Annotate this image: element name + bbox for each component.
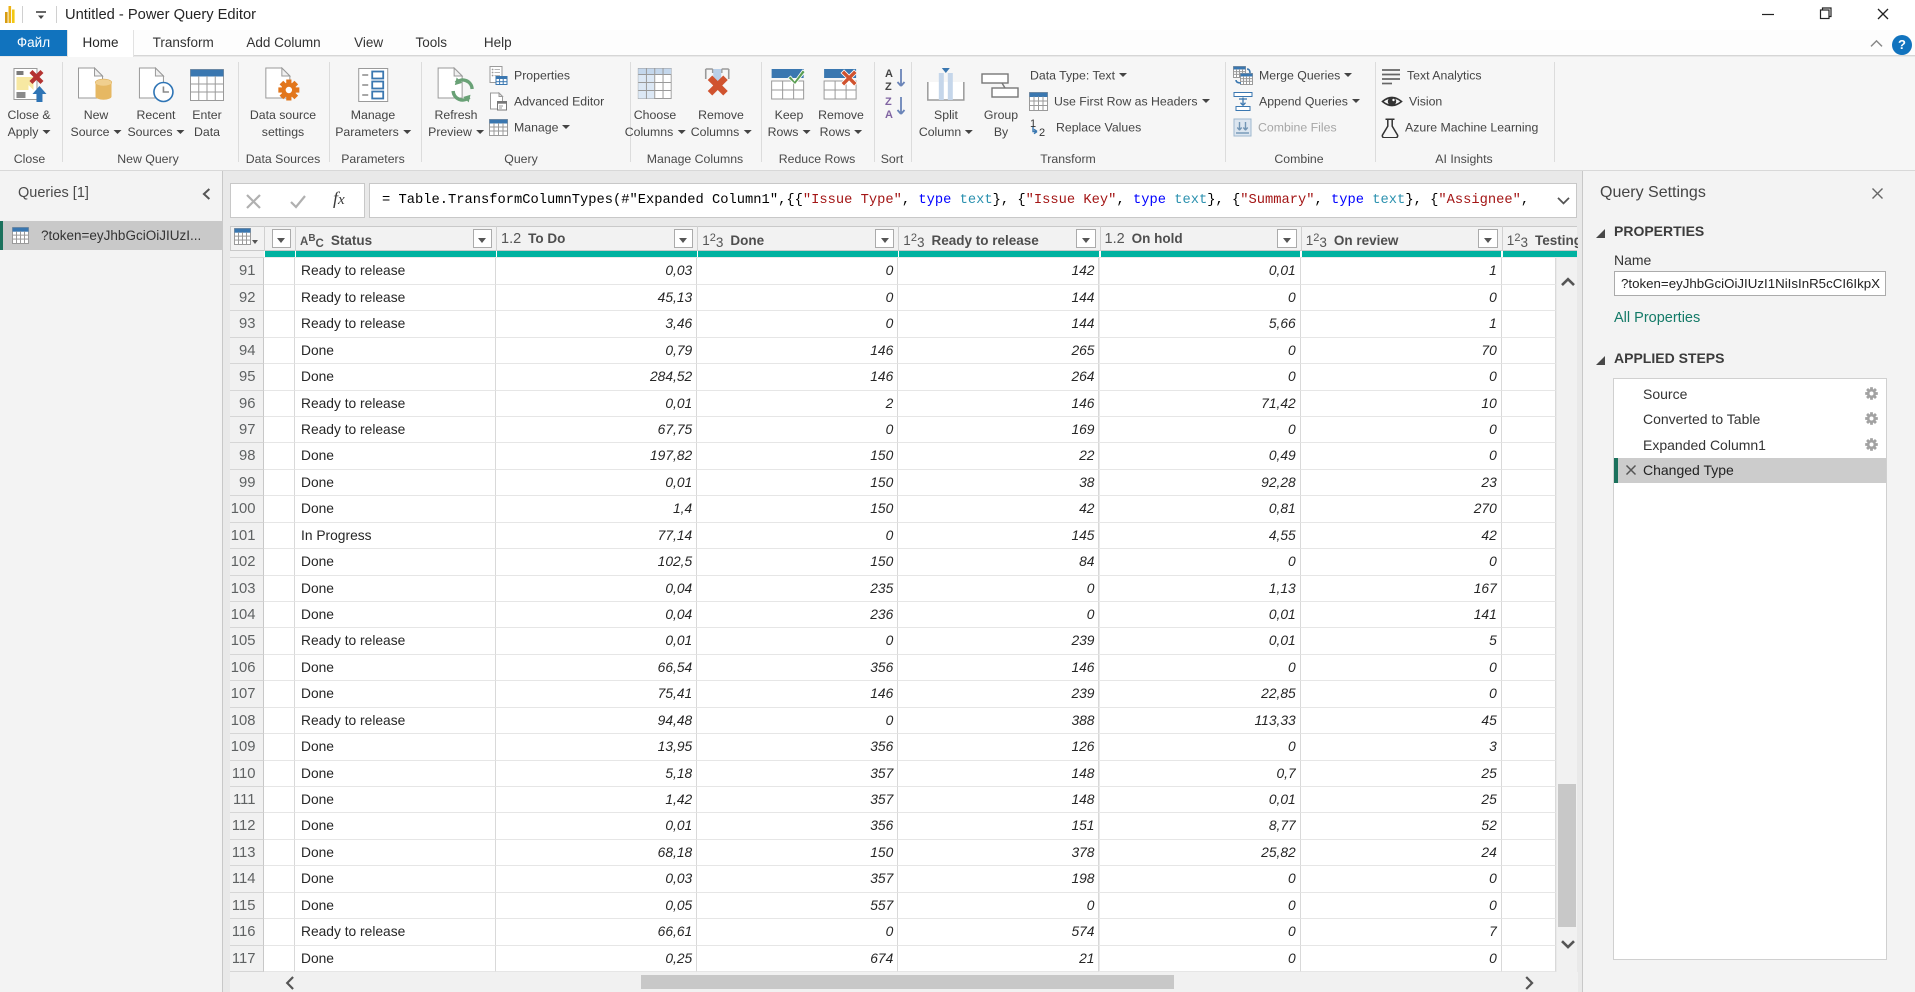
svg-text:Z: Z (885, 81, 892, 92)
svg-text:2: 2 (1039, 127, 1045, 137)
svg-text:Z: Z (885, 96, 892, 108)
svg-text:A: A (885, 109, 893, 120)
svg-text:A: A (885, 68, 893, 80)
